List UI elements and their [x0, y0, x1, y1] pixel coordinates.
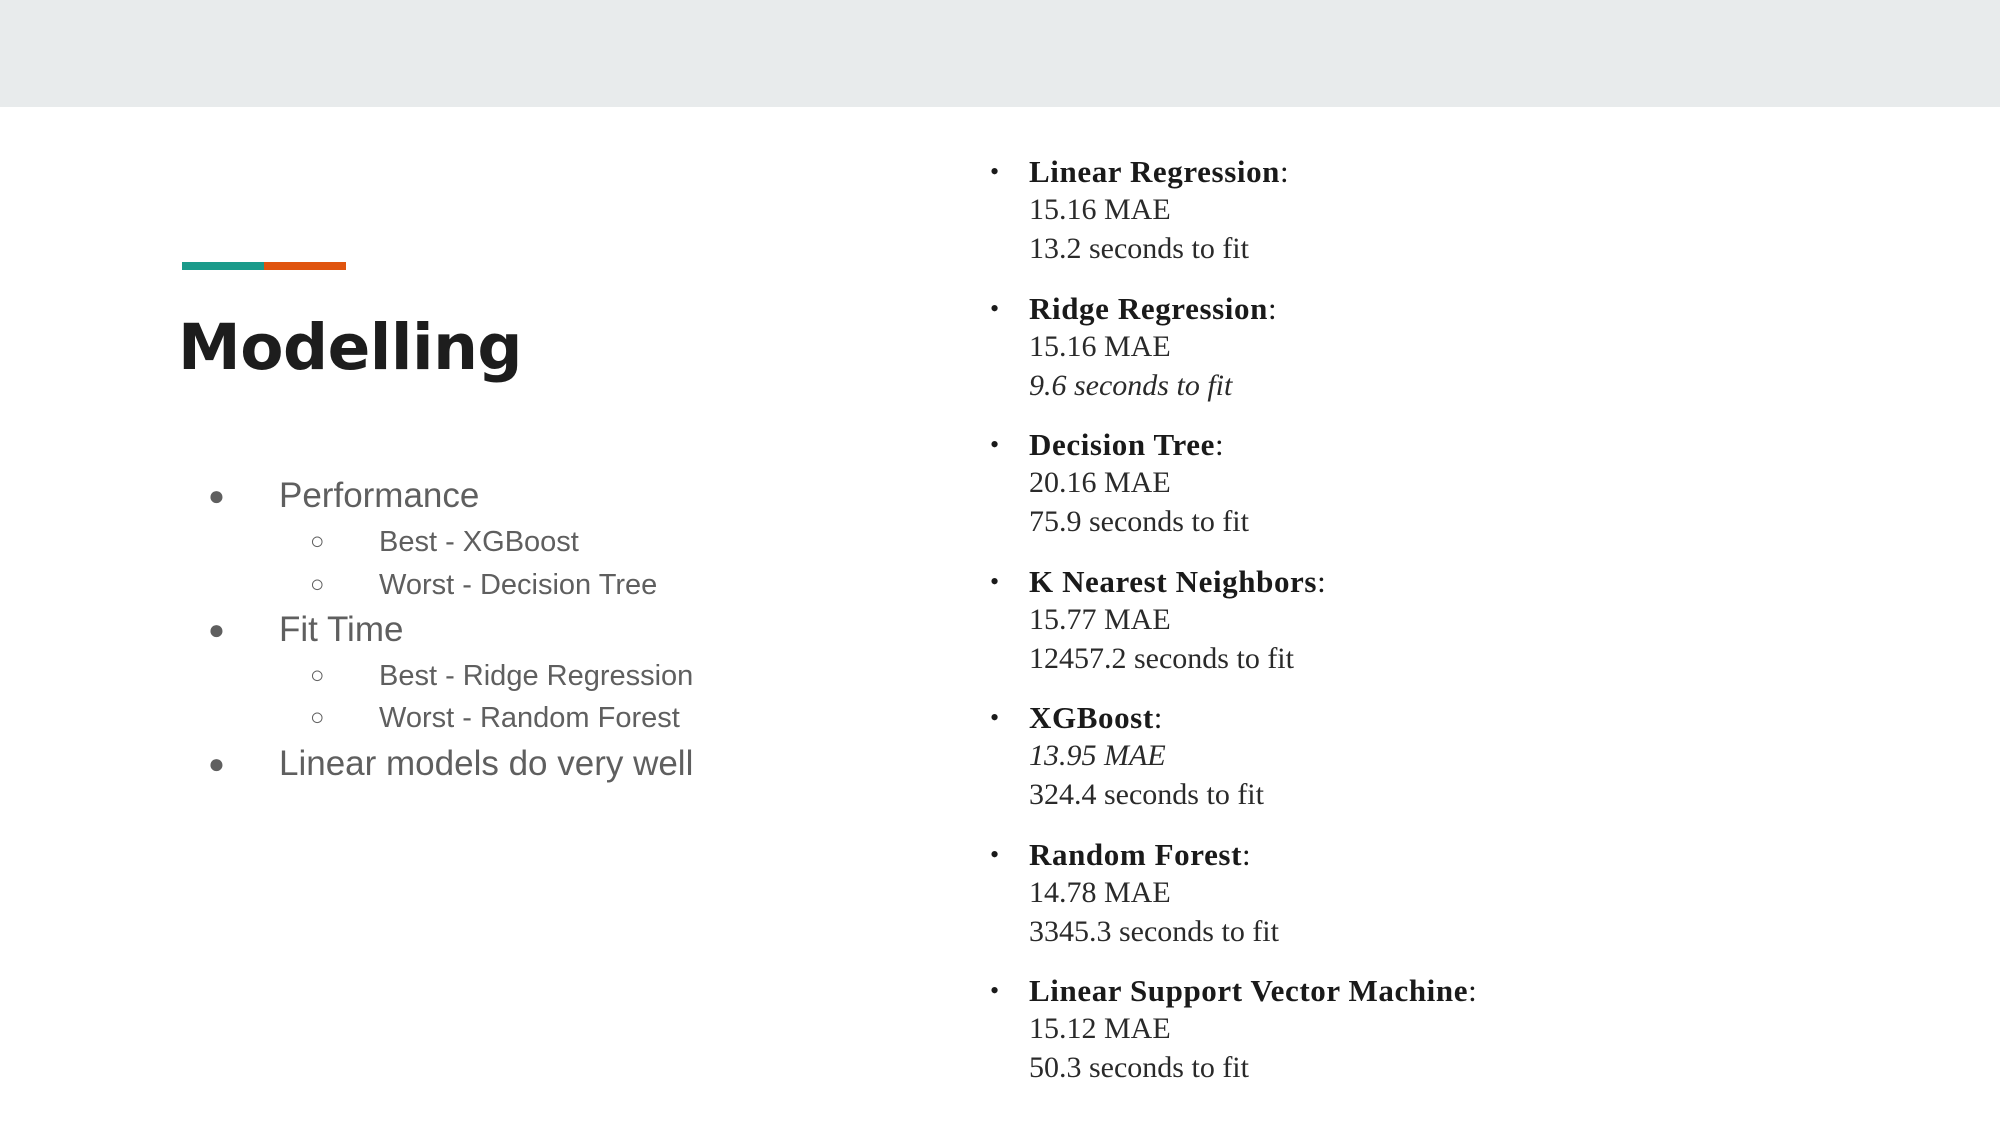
model-name-colon: :	[1317, 563, 1327, 599]
model-bullet-icon: •	[990, 157, 1000, 186]
model-name: Random Forest	[1029, 836, 1243, 872]
summary-subitem: Best - Ridge Regression	[379, 660, 694, 692]
model-mae: 13.95 MAE	[1029, 739, 1166, 772]
summary-item-linear-models: Linear models do very well	[279, 744, 694, 783]
sub-bullet-icon: ○	[310, 662, 325, 689]
model-bullet-icon: •	[990, 430, 1000, 459]
summary-item-performance: Performance	[279, 476, 480, 515]
model-fit-time: 9.6 seconds to fit	[1029, 368, 1233, 402]
model-item-random-forest: • Random Forest: 14.78 MAE 3345.3 second…	[990, 833, 1690, 970]
model-name: XGBoost	[1029, 700, 1154, 735]
model-name: Linear Regression	[1029, 154, 1281, 189]
sub-bullet-icon: ○	[310, 528, 325, 555]
model-results-list: • Linear Regression: 15.16 MAE 13.2 seco…	[990, 150, 1690, 1106]
model-fit-time: 50.3 seconds to fit	[1029, 1051, 1249, 1084]
bullet-icon: ●	[208, 748, 225, 779]
model-name-colon: :	[1267, 290, 1278, 326]
summary-subitem: Worst - Decision Tree	[379, 569, 658, 601]
model-bullet-icon: •	[990, 293, 1000, 323]
bullet-icon: ●	[208, 480, 225, 511]
model-fit-time: 3345.3 seconds to fit	[1029, 914, 1279, 948]
sub-bullet-icon: ○	[310, 704, 325, 731]
model-bullet-icon: •	[990, 839, 1000, 869]
model-name: K Nearest Neighbors	[1029, 563, 1318, 599]
model-item-linear-regression: • Linear Regression: 15.16 MAE 13.2 seco…	[990, 150, 1690, 287]
model-name: Ridge Regression	[1029, 290, 1268, 326]
model-name-colon: :	[1153, 700, 1163, 735]
bullet-icon: ●	[208, 614, 225, 645]
model-mae: 20.16 MAE	[1029, 466, 1171, 499]
model-item-decision-tree: • Decision Tree: 20.16 MAE 75.9 seconds …	[990, 423, 1690, 560]
model-fit-time: 13.2 seconds to fit	[1029, 232, 1249, 265]
summary-list: ● Performance ○ Best - XGBoost ○ Worst -…	[0, 0, 900, 1125]
model-name-colon: :	[1242, 836, 1252, 872]
model-item-linear-svm: • Linear Support Vector Machine: 15.12 M…	[990, 969, 1690, 1106]
summary-item-fit-time: Fit Time	[279, 610, 404, 649]
model-item-k-nearest-neighbors: • K Nearest Neighbors: 15.77 MAE 12457.2…	[990, 560, 1690, 697]
summary-subitem: Worst - Random Forest	[379, 702, 680, 734]
model-item-ridge-regression: • Ridge Regression: 15.16 MAE 9.6 second…	[990, 287, 1690, 424]
model-name-colon: :	[1468, 973, 1478, 1008]
model-item-xgboost: • XGBoost: 13.95 MAE 324.4 seconds to fi…	[990, 696, 1690, 833]
model-mae: 14.78 MAE	[1029, 875, 1171, 909]
model-fit-time: 12457.2 seconds to fit	[1029, 641, 1294, 675]
sub-bullet-icon: ○	[310, 571, 325, 598]
model-mae: 15.12 MAE	[1029, 1012, 1171, 1045]
model-bullet-icon: •	[990, 976, 1000, 1005]
summary-subitem: Best - XGBoost	[379, 526, 579, 558]
model-bullet-icon: •	[990, 703, 1000, 732]
model-name-colon: :	[1215, 427, 1225, 462]
model-mae: 15.16 MAE	[1029, 329, 1171, 363]
model-name: Linear Support Vector Machine	[1029, 973, 1469, 1008]
model-mae: 15.16 MAE	[1029, 193, 1171, 226]
model-name: Decision Tree	[1029, 427, 1216, 462]
model-mae: 15.77 MAE	[1029, 602, 1171, 636]
model-bullet-icon: •	[990, 566, 1000, 596]
model-name-colon: :	[1280, 154, 1290, 189]
model-fit-time: 75.9 seconds to fit	[1029, 505, 1249, 538]
model-fit-time: 324.4 seconds to fit	[1029, 778, 1264, 811]
